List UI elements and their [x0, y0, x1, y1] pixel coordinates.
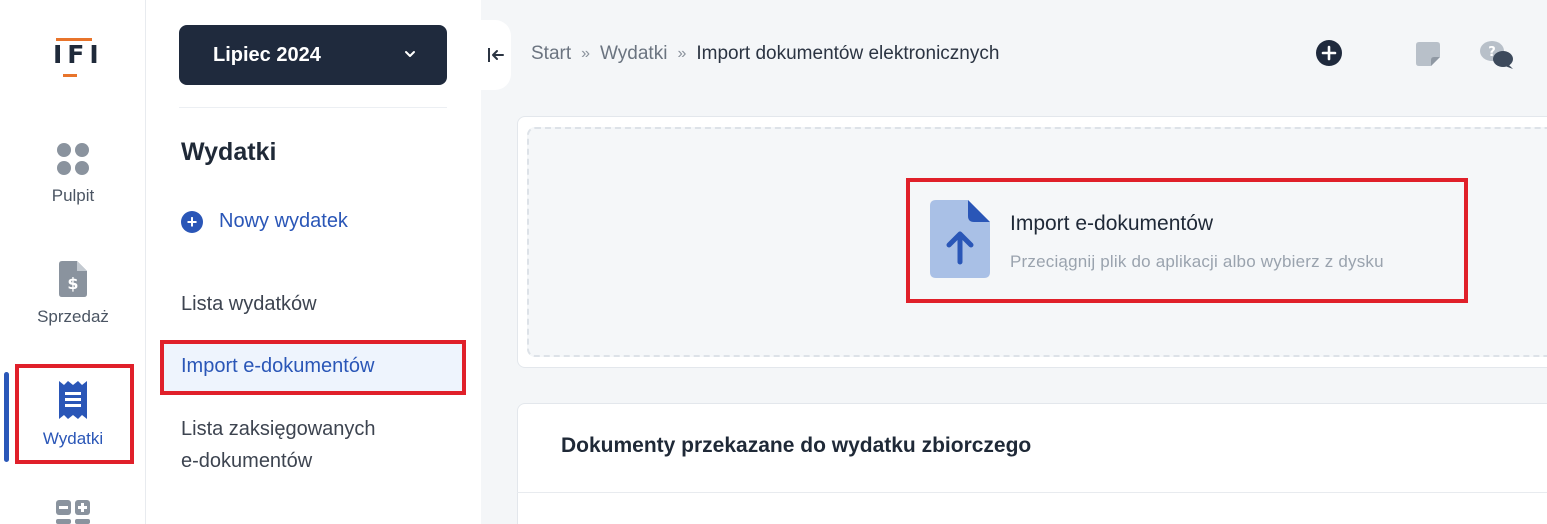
breadcrumb-separator: »: [677, 45, 687, 62]
file-upload-icon: [930, 200, 990, 278]
divider: [517, 492, 1547, 493]
rail-item-sprzedaz[interactable]: $ Sprzedaż: [0, 261, 146, 327]
sidebar-item-import-edocs[interactable]: Import e-dokumentów: [181, 350, 374, 382]
collapse-sidebar-button[interactable]: [481, 20, 511, 90]
rail-item-label: Pulpit: [51, 186, 95, 205]
breadcrumb-wydatki[interactable]: Wydatki: [600, 43, 667, 65]
import-edocs-dropzone-button[interactable]: Import e-dokumentów Przeciągnij plik do …: [930, 200, 1384, 278]
secondary-sidebar: Lipiec 2024 Wydatki + Nowy wydatek Lista…: [146, 0, 481, 524]
rail-item-calculator[interactable]: [0, 500, 146, 524]
plus-circle-icon: +: [181, 210, 203, 233]
breadcrumb-start[interactable]: Start: [531, 43, 571, 65]
sidebar-title: Wydatki: [181, 138, 277, 166]
rail-item-label: Sprzedaż: [37, 307, 109, 326]
chevron-down-icon: [405, 51, 415, 57]
collapse-left-icon: [488, 48, 504, 62]
rail-item-label: Wydatki: [42, 429, 104, 448]
rail-item-wydatki[interactable]: Wydatki: [0, 381, 146, 449]
add-circle-icon[interactable]: [1316, 40, 1342, 66]
divider: [179, 107, 447, 108]
import-text: Import e-dokumentów Przeciągnij plik do …: [1010, 200, 1384, 278]
sales-document-dollar-icon: $: [59, 261, 87, 297]
note-icon[interactable]: [1416, 42, 1440, 66]
ifi-logo[interactable]: IFI: [53, 36, 99, 80]
import-title: Import e-dokumentów: [1010, 212, 1214, 235]
sidebar-item-label: Lista zaksięgowanych: [181, 418, 376, 440]
app-root: IFI Pulpit $ Sprzedaż Wydatki Lipiec 202…: [0, 0, 1547, 524]
sidebar-item-label: Lista wydatków: [181, 293, 317, 315]
help-chat-icon[interactable]: ?: [1479, 40, 1515, 70]
new-expense-label: Nowy wydatek: [219, 210, 348, 232]
month-label: Lipiec 2024: [213, 43, 321, 66]
icon-rail: IFI Pulpit $ Sprzedaż Wydatki: [0, 0, 146, 524]
dashboard-dots-icon: [57, 143, 89, 175]
receipt-icon: [59, 381, 87, 419]
import-subtitle: Przeciągnij plik do aplikacji albo wybie…: [1010, 252, 1384, 271]
sidebar-item-label: e-dokumentów: [181, 450, 313, 472]
svg-text:$: $: [67, 274, 78, 293]
sidebar-item-posted-edocs[interactable]: Lista zaksięgowanych e-dokumentów: [181, 413, 376, 477]
calculator-icon: [56, 500, 90, 524]
new-expense-button[interactable]: + Nowy wydatek: [181, 210, 348, 233]
sidebar-item-expense-list[interactable]: Lista wydatków: [181, 288, 317, 320]
breadcrumb: Start » Wydatki » Import dokumentów elek…: [531, 43, 999, 65]
month-selector[interactable]: Lipiec 2024: [179, 25, 447, 85]
rail-item-pulpit[interactable]: Pulpit: [0, 142, 146, 206]
documents-card: [517, 403, 1547, 524]
breadcrumb-separator: »: [581, 45, 591, 62]
sidebar-item-label: Import e-dokumentów: [181, 355, 375, 377]
section-title: Dokumenty przekazane do wydatku zbiorcze…: [561, 434, 1032, 457]
breadcrumb-current: Import dokumentów elektronicznych: [696, 43, 1000, 64]
